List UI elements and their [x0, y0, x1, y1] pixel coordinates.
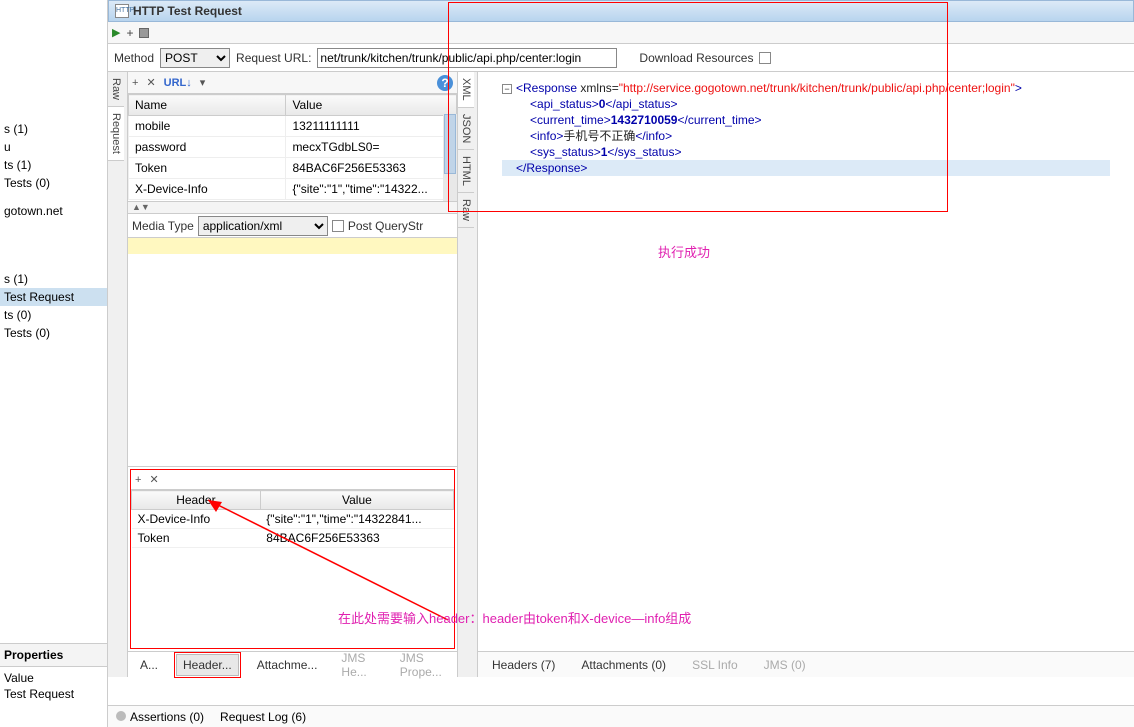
expand-collapse-icon[interactable]: ▲▼: [128, 202, 457, 214]
scrollbar[interactable]: [443, 114, 457, 201]
dropdown-icon[interactable]: ▾: [200, 76, 206, 89]
response-xml-view[interactable]: −<Response xmlns="http://service.gogotow…: [478, 72, 1134, 677]
table-row[interactable]: passwordmecxTGdbLS0=: [129, 137, 457, 158]
tab-header[interactable]: Header...: [176, 654, 239, 676]
vtab-xml[interactable]: XML: [458, 72, 474, 108]
annotation-header: 在此处需要输入header：header由token和X-device—info…: [338, 608, 691, 627]
vtab-json[interactable]: JSON: [458, 108, 474, 150]
stop-button[interactable]: [139, 28, 149, 38]
table-row[interactable]: X-Device-Info{"site":"1","time":"14322..…: [129, 179, 457, 200]
post-query-checkbox[interactable]: [332, 220, 344, 232]
params-table-wrap: Name Value mobile13211111111 passwordmec…: [128, 94, 457, 202]
vtab-raw[interactable]: Raw: [458, 193, 474, 228]
media-type-select[interactable]: application/xml: [198, 216, 328, 236]
download-checkbox[interactable]: [759, 52, 771, 64]
list-item[interactable]: ts (0): [0, 306, 107, 324]
tab-resp-attachments[interactable]: Attachments (0): [575, 655, 672, 675]
col-header[interactable]: Header: [132, 491, 261, 510]
request-bottom-tabs: A... Header... Attachme... JMS He... JMS…: [128, 651, 457, 677]
request-panel: Raw Request + ✕ URL↓ ▾ ? Name Value: [108, 72, 458, 677]
vtab-raw[interactable]: Raw: [108, 72, 124, 107]
list-item[interactable]: gotown.net: [0, 202, 107, 220]
table-row[interactable]: Token84BAC6F256E53363: [132, 529, 454, 548]
params-table[interactable]: Name Value mobile13211111111 passwordmec…: [128, 94, 457, 200]
properties-value: Test Request: [0, 685, 78, 703]
request-line: Method POST Request URL: Download Resour…: [108, 44, 1134, 72]
list-item-selected[interactable]: Test Request: [0, 288, 107, 306]
request-vtabs: Raw Request: [108, 72, 128, 677]
collapse-icon[interactable]: −: [502, 84, 512, 94]
request-content: + ✕ URL↓ ▾ ? Name Value mobile1321111111…: [128, 72, 457, 677]
url-input[interactable]: [317, 48, 617, 68]
window-titlebar[interactable]: HTTP HTTP Test Request: [108, 0, 1134, 22]
vtab-request[interactable]: Request: [108, 107, 124, 161]
col-name[interactable]: Name: [129, 95, 286, 116]
add-button[interactable]: +: [126, 26, 133, 40]
remove-param-icon[interactable]: ✕: [146, 76, 155, 89]
list-item[interactable]: Tests (0): [0, 324, 107, 342]
method-label: Method: [114, 51, 154, 65]
status-bar: Assertions (0) Request Log (6): [108, 705, 1134, 727]
tab-resp-headers[interactable]: Headers (7): [486, 655, 561, 675]
navigator-list[interactable]: s (1) u ts (1) Tests (0) gotown.net s (1…: [0, 0, 107, 342]
body-highlight-row: [128, 238, 457, 254]
tab-jms-headers: JMS He...: [335, 648, 381, 682]
post-query-label: Post QueryStr: [348, 219, 423, 233]
tab-jms-props: JMS Prope...: [394, 648, 451, 682]
col-header-value[interactable]: Value: [260, 491, 453, 510]
list-item[interactable]: s (1): [0, 270, 107, 288]
window-title: HTTP Test Request: [133, 4, 242, 18]
vtab-html[interactable]: HTML: [458, 150, 474, 193]
media-type-label: Media Type: [132, 219, 194, 233]
add-header-icon[interactable]: +: [135, 474, 141, 486]
properties-header: Properties: [0, 643, 107, 667]
table-row[interactable]: Token84BAC6F256E53363: [129, 158, 457, 179]
list-item[interactable]: s (1): [0, 120, 107, 138]
body-editor[interactable]: [128, 238, 457, 467]
media-type-row: Media Type application/xml Post QueryStr: [128, 214, 457, 238]
method-select[interactable]: POST: [160, 48, 230, 68]
url-label: Request URL:: [236, 51, 311, 65]
run-button[interactable]: ▶: [112, 26, 120, 39]
annotation-success: 执行成功: [658, 242, 710, 261]
request-log-status[interactable]: Request Log (6): [220, 710, 306, 724]
response-panel: XML JSON HTML Raw −<Response xmlns="http…: [458, 72, 1134, 677]
tab-auth[interactable]: A...: [134, 655, 164, 675]
tab-resp-ssl: SSL Info: [686, 655, 744, 675]
headers-table[interactable]: Header Value X-Device-Info{"site":"1","t…: [131, 490, 454, 548]
remove-header-icon[interactable]: ✕: [149, 473, 158, 486]
url-icon[interactable]: URL↓: [164, 77, 192, 89]
param-toolbar: + ✕ URL↓ ▾ ?: [128, 72, 457, 94]
assertions-status[interactable]: Assertions (0): [116, 710, 204, 724]
editor-panel: HTTP HTTP Test Request ▶ + Method POST R…: [108, 0, 1134, 727]
download-label: Download Resources: [639, 51, 753, 65]
navigator-panel: s (1) u ts (1) Tests (0) gotown.net s (1…: [0, 0, 108, 727]
add-param-icon[interactable]: +: [132, 77, 138, 89]
tab-resp-jms: JMS (0): [758, 655, 812, 675]
run-toolbar: ▶ +: [108, 22, 1134, 44]
response-vtabs: XML JSON HTML Raw: [458, 72, 478, 677]
response-bottom-tabs: Headers (7) Attachments (0) SSL Info JMS…: [478, 651, 1134, 677]
http-icon: HTTP: [115, 4, 129, 18]
headers-toolbar: + ✕: [131, 470, 454, 490]
table-row[interactable]: X-Device-Info{"site":"1","time":"1432284…: [132, 510, 454, 529]
table-row[interactable]: mobile13211111111: [129, 116, 457, 137]
help-icon[interactable]: ?: [437, 75, 453, 91]
bullet-icon: [116, 711, 126, 721]
col-value[interactable]: Value: [286, 95, 457, 116]
tab-attachments[interactable]: Attachme...: [251, 655, 324, 675]
list-item[interactable]: Tests (0): [0, 174, 107, 192]
scrollbar-thumb[interactable]: [444, 114, 456, 174]
list-item[interactable]: ts (1): [0, 156, 107, 174]
list-item[interactable]: u: [0, 138, 107, 156]
